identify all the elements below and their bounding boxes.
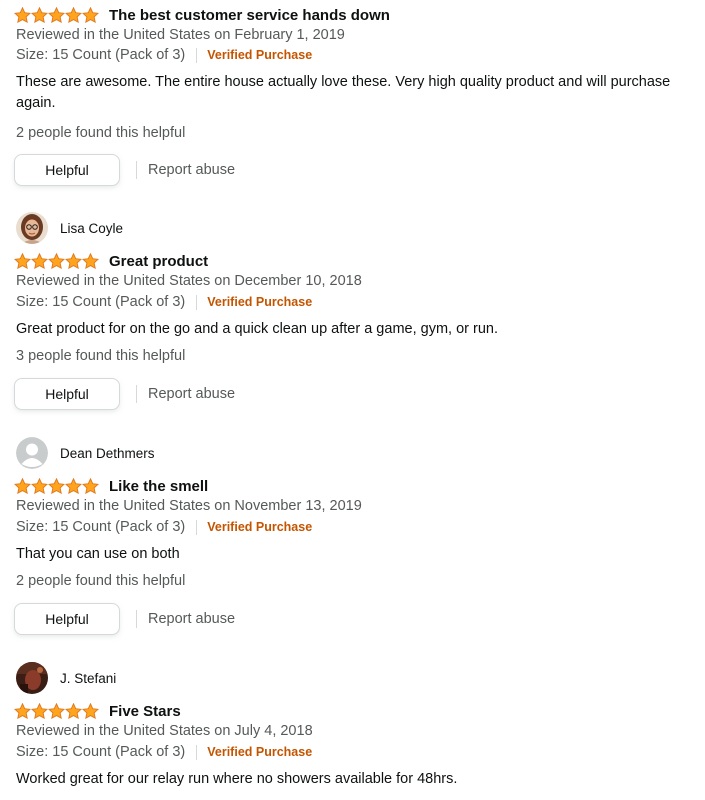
review-title[interactable]: Five Stars bbox=[109, 703, 181, 720]
star-icon bbox=[65, 7, 82, 23]
helpful-count: 2 people found this helpful bbox=[16, 573, 186, 589]
star-rating bbox=[14, 7, 99, 23]
review-date: Reviewed in the United States on Novembe… bbox=[16, 498, 362, 514]
review-body: That you can use on both bbox=[16, 546, 180, 562]
reviewer-profile[interactable]: J. Stefani bbox=[16, 661, 416, 695]
report-abuse-link[interactable]: Report abuse bbox=[148, 611, 235, 627]
product-format[interactable]: Size: 15 Count (Pack of 3) bbox=[16, 519, 185, 535]
user-icon bbox=[16, 437, 48, 469]
star-rating bbox=[14, 253, 99, 269]
review-body: These are awesome. The entire house actu… bbox=[16, 74, 671, 111]
star-icon bbox=[48, 478, 65, 494]
helpful-count: 2 people found this helpful bbox=[16, 125, 186, 141]
reviewer-profile[interactable]: Dean Dethmers bbox=[16, 436, 416, 470]
review-actions: Helpful Report abuse bbox=[14, 153, 235, 187]
helpful-count: 3 people found this helpful bbox=[16, 348, 186, 364]
divider bbox=[136, 610, 137, 628]
star-icon bbox=[31, 253, 48, 269]
star-icon bbox=[48, 253, 65, 269]
review-body: Worked great for our relay run where no … bbox=[16, 771, 458, 787]
reviewer-profile[interactable]: Lisa Coyle bbox=[16, 211, 416, 245]
helpful-button[interactable]: Helpful bbox=[14, 603, 120, 635]
review-format-row: Size: 15 Count (Pack of 3) Verified Purc… bbox=[16, 294, 312, 310]
star-icon bbox=[82, 703, 99, 719]
review-title[interactable]: Great product bbox=[109, 253, 208, 270]
divider bbox=[196, 47, 198, 63]
review-format-row: Size: 15 Count (Pack of 3) Verified Purc… bbox=[16, 519, 312, 535]
avatar bbox=[16, 662, 48, 694]
star-icon bbox=[14, 703, 31, 719]
review-title-row[interactable]: Like the smell bbox=[14, 475, 208, 497]
review-title-row[interactable]: The best customer service hands down bbox=[14, 4, 390, 26]
review-actions: Helpful Report abuse bbox=[14, 377, 235, 411]
star-icon bbox=[31, 7, 48, 23]
review-date: Reviewed in the United States on Februar… bbox=[16, 27, 345, 43]
product-format[interactable]: Size: 15 Count (Pack of 3) bbox=[16, 294, 185, 310]
divider bbox=[196, 294, 198, 310]
star-icon bbox=[48, 703, 65, 719]
star-icon bbox=[31, 703, 48, 719]
review-format-row: Size: 15 Count (Pack of 3) Verified Purc… bbox=[16, 744, 312, 760]
review-format-row: Size: 15 Count (Pack of 3) Verified Purc… bbox=[16, 47, 312, 63]
review-body: Great product for on the go and a quick … bbox=[16, 321, 498, 337]
star-icon bbox=[65, 478, 82, 494]
star-rating bbox=[14, 703, 99, 719]
helpful-button[interactable]: Helpful bbox=[14, 154, 120, 186]
divider bbox=[136, 161, 137, 179]
star-icon bbox=[82, 7, 99, 23]
avatar bbox=[16, 437, 48, 469]
star-icon bbox=[82, 253, 99, 269]
report-abuse-link[interactable]: Report abuse bbox=[148, 386, 235, 402]
verified-purchase-badge: Verified Purchase bbox=[207, 48, 313, 62]
avatar bbox=[16, 212, 48, 244]
verified-purchase-badge: Verified Purchase bbox=[207, 745, 313, 759]
star-icon bbox=[14, 253, 31, 269]
review-date: Reviewed in the United States on Decembe… bbox=[16, 273, 362, 289]
star-icon bbox=[65, 703, 82, 719]
review-title[interactable]: Like the smell bbox=[109, 478, 208, 495]
verified-purchase-badge: Verified Purchase bbox=[207, 295, 313, 309]
product-format[interactable]: Size: 15 Count (Pack of 3) bbox=[16, 744, 185, 760]
star-icon bbox=[14, 7, 31, 23]
divider bbox=[196, 744, 198, 760]
product-format[interactable]: Size: 15 Count (Pack of 3) bbox=[16, 47, 185, 63]
helpful-button[interactable]: Helpful bbox=[14, 378, 120, 410]
review-actions: Helpful Report abuse bbox=[14, 602, 235, 636]
divider bbox=[196, 519, 198, 535]
star-icon bbox=[48, 7, 65, 23]
star-icon bbox=[31, 478, 48, 494]
review-date: Reviewed in the United States on July 4,… bbox=[16, 723, 313, 739]
star-icon bbox=[14, 478, 31, 494]
reviewer-name[interactable]: Lisa Coyle bbox=[60, 221, 123, 236]
verified-purchase-badge: Verified Purchase bbox=[207, 520, 313, 534]
reviewer-name[interactable]: Dean Dethmers bbox=[60, 446, 155, 461]
review-title-row[interactable]: Great product bbox=[14, 250, 208, 272]
star-rating bbox=[14, 478, 99, 494]
review-title[interactable]: The best customer service hands down bbox=[109, 7, 390, 24]
star-icon bbox=[82, 478, 99, 494]
divider bbox=[136, 385, 137, 403]
review-title-row[interactable]: Five Stars bbox=[14, 700, 181, 722]
reviewer-name[interactable]: J. Stefani bbox=[60, 671, 116, 686]
star-icon bbox=[65, 253, 82, 269]
report-abuse-link[interactable]: Report abuse bbox=[148, 162, 235, 178]
